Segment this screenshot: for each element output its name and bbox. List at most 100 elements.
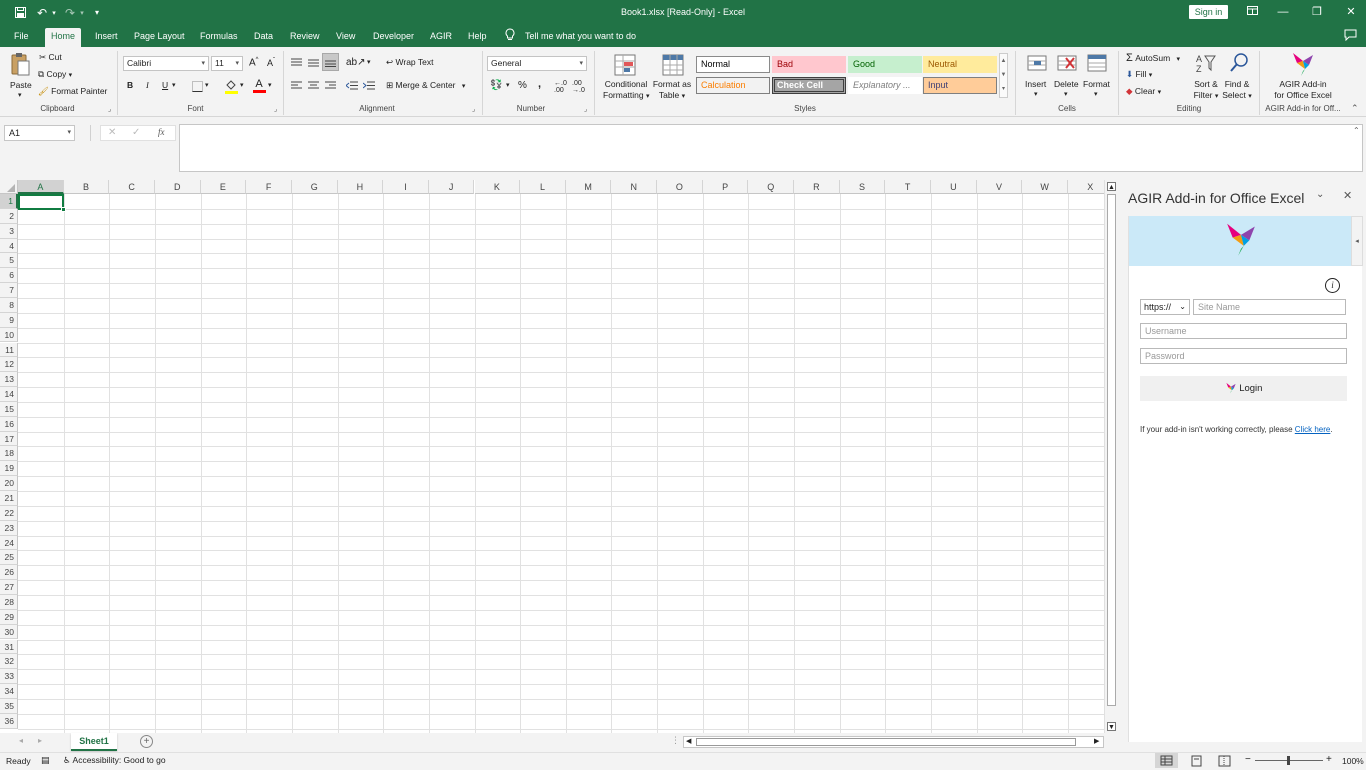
font-size-select[interactable]: 11 ▾	[211, 56, 243, 71]
row-header-3[interactable]: 3	[0, 223, 18, 239]
column-header-m[interactable]: M	[565, 180, 612, 194]
magnifier-icon[interactable]	[1227, 51, 1251, 75]
agir-addin-button[interactable]: AGIR Add-in for Office Excel	[1270, 79, 1336, 101]
comma-button[interactable]: ,	[538, 78, 541, 90]
cancel-icon[interactable]: ✕	[108, 127, 116, 138]
row-header-1[interactable]: 1	[0, 194, 18, 209]
percent-button[interactable]: %	[518, 80, 527, 91]
tab-split-handle[interactable]: ⋮	[671, 735, 680, 746]
pane-close-icon[interactable]: ✕	[1343, 189, 1352, 202]
row-header-33[interactable]: 33	[0, 669, 18, 685]
page-break-preview-icon[interactable]	[1213, 753, 1236, 768]
sign-in-button[interactable]: Sign in	[1189, 5, 1228, 19]
row-header-8[interactable]: 8	[0, 297, 18, 313]
next-sheet-icon[interactable]: ▸	[38, 736, 42, 745]
row-header-2[interactable]: 2	[0, 208, 18, 224]
clear-button[interactable]: ◆ Clear ▾	[1126, 86, 1161, 97]
paste-icon[interactable]	[9, 51, 31, 77]
column-header-o[interactable]: O	[657, 180, 703, 194]
cell-style-neutral[interactable]: Neutral	[923, 56, 997, 73]
column-header-s[interactable]: S	[839, 180, 886, 194]
column-header-v[interactable]: V	[976, 180, 1023, 194]
row-header-28[interactable]: 28	[0, 594, 18, 610]
column-header-d[interactable]: D	[154, 180, 201, 194]
save-icon[interactable]	[10, 4, 30, 21]
row-header-34[interactable]: 34	[0, 684, 18, 699]
column-header-p[interactable]: P	[702, 180, 749, 194]
row-header-14[interactable]: 14	[0, 387, 18, 402]
collapse-ribbon-icon[interactable]: ⌃	[1351, 103, 1359, 114]
underline-button[interactable]: U	[162, 80, 168, 90]
tab-file[interactable]: File	[8, 29, 35, 47]
align-center-icon[interactable]	[306, 79, 320, 91]
row-header-15[interactable]: 15	[0, 401, 18, 417]
cell-style-check-cell[interactable]: Check Cell	[772, 77, 846, 94]
login-button[interactable]: Login	[1140, 376, 1347, 401]
column-header-k[interactable]: K	[474, 180, 521, 194]
row-header-31[interactable]: 31	[0, 639, 18, 655]
row-header-4[interactable]: 4	[0, 238, 18, 254]
site-name-input[interactable]: Site Name	[1193, 299, 1346, 315]
merge-center-button[interactable]: ⊞ Merge & Center ▾	[386, 80, 465, 91]
find-select-button[interactable]: Find & Select ▾	[1222, 79, 1252, 102]
fill-handle[interactable]	[61, 207, 66, 212]
fill-color-icon[interactable]	[224, 78, 238, 94]
clipboard-launcher-icon[interactable]: ⌟	[108, 105, 111, 113]
insert-function-icon[interactable]: fx	[158, 127, 165, 137]
row-header-36[interactable]: 36	[0, 713, 18, 729]
tab-home[interactable]: Home	[45, 28, 82, 47]
shrink-font-button[interactable]: Aˇ	[267, 58, 275, 68]
accounting-format-icon[interactable]: 💱	[490, 80, 502, 91]
horizontal-scroll-thumb[interactable]	[696, 738, 1076, 746]
enter-icon[interactable]: ✓	[132, 127, 140, 138]
row-header-7[interactable]: 7	[0, 283, 18, 298]
accounting-dropdown-icon[interactable]: ▾	[506, 81, 510, 89]
paste-button[interactable]: Paste	[10, 80, 32, 90]
paste-dropdown-icon[interactable]: ▾	[18, 91, 22, 99]
zoom-out-icon[interactable]: −	[1245, 754, 1251, 765]
font-color-dropdown-icon[interactable]: ▾	[268, 81, 272, 89]
worksheet-grid[interactable]: ABCDEFGHIJKLMNOPQRSTUVWX 1 2 3 4 5 6 7 8 9 10 11 12…	[0, 180, 1117, 735]
page-layout-view-icon[interactable]	[1185, 753, 1208, 768]
comments-icon[interactable]	[1344, 29, 1357, 43]
format-as-table-button[interactable]: Format as Table ▾	[651, 79, 693, 102]
row-header-22[interactable]: 22	[0, 505, 18, 521]
column-header-l[interactable]: L	[520, 180, 566, 194]
format-cells-icon[interactable]	[1085, 51, 1109, 75]
info-icon[interactable]: i	[1325, 278, 1340, 293]
number-launcher-icon[interactable]: ⌟	[584, 105, 587, 113]
cell-style-calculation[interactable]: Calculation	[696, 77, 770, 94]
format-dropdown-icon[interactable]: ▾	[1094, 90, 1098, 98]
ribbon-display-options-icon[interactable]	[1237, 3, 1267, 21]
column-header-t[interactable]: T	[885, 180, 931, 194]
tab-help[interactable]: Help	[462, 29, 493, 47]
close-icon[interactable]: ✕	[1336, 3, 1366, 21]
decrease-decimal-icon[interactable]: .00 →.0	[572, 80, 585, 94]
customize-qat-icon[interactable]: ▾	[87, 4, 107, 21]
row-header-19[interactable]: 19	[0, 461, 18, 477]
minimize-icon[interactable]: —	[1268, 3, 1298, 21]
column-header-f[interactable]: F	[246, 180, 292, 194]
horizontal-scrollbar[interactable]: ◀ ▶	[683, 736, 1104, 748]
name-box[interactable]: A1 ▾	[4, 125, 75, 141]
tab-review[interactable]: Review	[284, 29, 326, 47]
row-header-18[interactable]: 18	[0, 446, 18, 462]
tab-formulas[interactable]: Formulas	[194, 29, 244, 47]
tab-developer[interactable]: Developer	[367, 29, 420, 47]
formula-input[interactable]	[179, 124, 1363, 172]
bottom-align-icon[interactable]	[322, 53, 339, 71]
row-header-30[interactable]: 30	[0, 624, 18, 640]
row-header-35[interactable]: 35	[0, 698, 18, 714]
row-header-10[interactable]: 10	[0, 327, 18, 343]
insert-cells-icon[interactable]	[1025, 51, 1049, 75]
scroll-left-icon[interactable]: ◀	[686, 737, 691, 747]
fill-button[interactable]: ⬇ Fill ▾	[1126, 69, 1152, 80]
number-format-select[interactable]: General ▾	[487, 56, 587, 71]
font-name-select[interactable]: Calibri ▾	[123, 56, 209, 71]
row-header-25[interactable]: 25	[0, 550, 18, 566]
row-header-24[interactable]: 24	[0, 535, 18, 551]
row-header-23[interactable]: 23	[0, 520, 18, 536]
column-header-n[interactable]: N	[611, 180, 658, 194]
select-all-button[interactable]	[0, 180, 18, 194]
delete-cells-icon[interactable]	[1055, 51, 1079, 75]
